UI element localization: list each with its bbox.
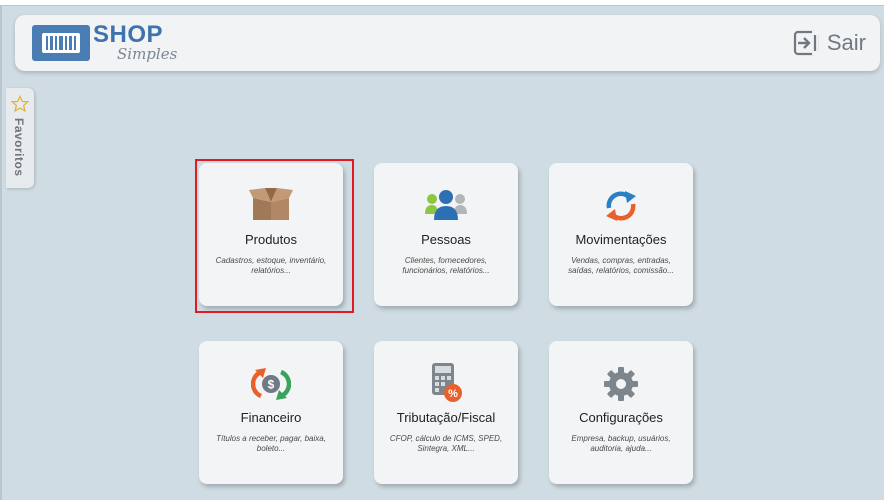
logo-subtitle: Simples (117, 45, 178, 63)
module-description: Clientes, fornecedores, funcionários, re… (402, 256, 490, 275)
svg-text:$: $ (268, 378, 275, 392)
module-description: Vendas, compras, entradas, saídas, relat… (568, 256, 674, 275)
module-description: Cadastros, estoque, inventário, relatóri… (215, 256, 327, 275)
module-card-tributacao-fiscal[interactable]: % Tributação/Fiscal CFOP, cálculo de ICM… (374, 341, 518, 484)
svg-text:%: % (448, 388, 458, 400)
exit-label: Sair (826, 30, 866, 55)
module-title: Produtos (244, 232, 298, 247)
barcode-logo-icon (32, 25, 90, 61)
module-card-produtos[interactable]: Produtos Cadastros, estoque, inventário,… (199, 163, 343, 306)
module-title: Pessoas (421, 232, 471, 247)
module-description: Títulos a receber, pagar, baixa, boleto.… (216, 434, 326, 453)
money-cycle-icon: $ (251, 368, 291, 400)
star-icon (11, 95, 29, 113)
window-left-edge (0, 6, 2, 500)
module-title: Configurações (579, 410, 663, 425)
favorites-label: Favoritos (12, 118, 26, 177)
module-card-movimentacoes[interactable]: Movimentações Vendas, compras, entradas,… (549, 163, 693, 306)
exit-icon (793, 30, 818, 56)
module-title: Tributação/Fiscal (396, 410, 496, 425)
app-header: SHOP Simples Sair (15, 15, 880, 71)
module-description: Empresa, backup, usuários, auditoria, aj… (571, 434, 671, 453)
favorites-tab[interactable]: Favoritos (6, 88, 34, 188)
module-title: Financeiro (240, 410, 302, 425)
module-title: Movimentações (575, 232, 667, 247)
exit-button[interactable]: Sair (793, 27, 866, 59)
module-card-pessoas[interactable]: Pessoas Clientes, fornecedores, funcioná… (374, 163, 518, 306)
module-description: CFOP, cálculo de ICMS, SPED, Sintegra, X… (389, 434, 503, 453)
sync-arrows-icon (606, 191, 636, 221)
module-card-financeiro[interactable]: $ Financeiro Títulos a receber, pagar, b… (199, 341, 343, 484)
box-icon (249, 188, 293, 220)
module-card-configuracoes[interactable]: Configurações Empresa, backup, usuários,… (549, 341, 693, 484)
calculator-percent-icon: % (432, 363, 462, 402)
window-top-edge (0, 0, 884, 6)
gear-icon (604, 367, 638, 401)
people-icon (425, 190, 467, 220)
